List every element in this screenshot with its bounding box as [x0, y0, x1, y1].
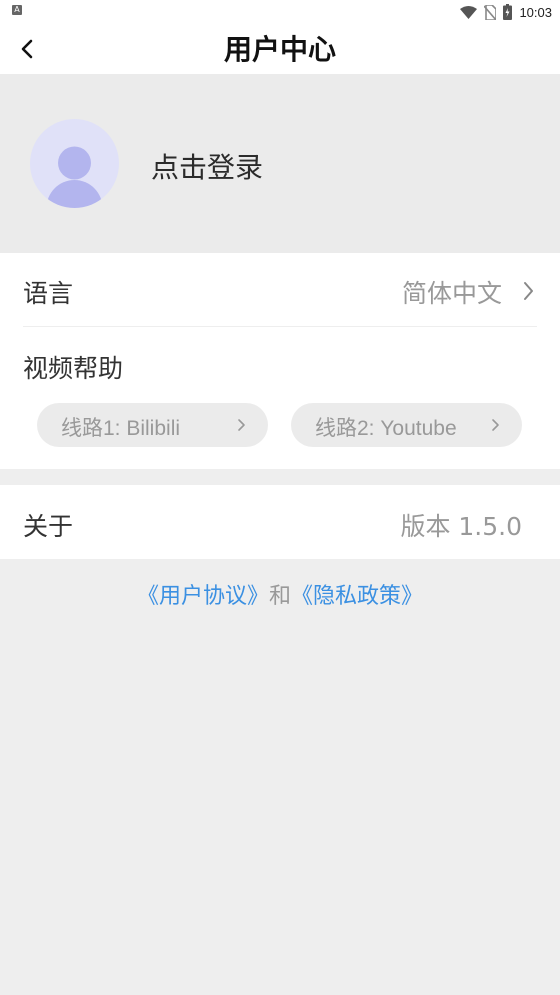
route-1-label: 线路1: Bilibili	[61, 417, 181, 440]
route-2-label: 线路2: Youtube	[315, 417, 457, 440]
chevron-right-icon	[524, 282, 533, 300]
language-row[interactable]: 语言 简体中文	[0, 253, 560, 327]
user-avatar-icon	[46, 146, 103, 208]
login-link[interactable]: 点击登录	[151, 146, 263, 186]
version-text: 版本 1.5.0	[400, 512, 522, 541]
battery-charging-icon	[503, 4, 513, 20]
page-title: 用户中心	[223, 33, 336, 66]
back-button[interactable]	[10, 32, 44, 66]
no-sim-icon	[484, 4, 497, 20]
agreement-text: 《用户协议》和《隐私政策》	[0, 578, 560, 610]
chevron-right-icon	[238, 419, 245, 431]
privacy-policy-link[interactable]: 《隐私政策》	[291, 584, 423, 609]
avatar[interactable]	[30, 119, 119, 208]
chevron-left-icon	[21, 39, 33, 59]
and-text: 和	[268, 584, 291, 609]
status-icons: 10:03	[460, 3, 552, 21]
user-agreement-link[interactable]: 《用户协议》	[137, 584, 269, 609]
notification-icon: A	[12, 5, 22, 15]
about-row[interactable]: 关于 版本 1.5.0	[0, 485, 560, 559]
route-1-button[interactable]: 线路1: Bilibili	[37, 403, 268, 447]
about-label: 关于	[23, 512, 74, 541]
wifi-icon	[460, 5, 478, 19]
settings-card: 语言 简体中文 视频帮助 线路1: Bilibili 线路2: Youtube	[0, 253, 560, 469]
divider	[23, 326, 537, 327]
language-value: 简体中文	[401, 279, 502, 308]
chevron-right-icon	[492, 419, 499, 431]
clock: 10:03	[519, 4, 552, 20]
video-help-label: 视频帮助	[23, 354, 124, 383]
language-label: 语言	[23, 279, 74, 308]
route-2-button[interactable]: 线路2: Youtube	[291, 403, 522, 447]
status-bar: A 10:03	[0, 0, 560, 24]
profile-section[interactable]: 点击登录	[0, 74, 560, 253]
app-header: 用户中心	[0, 24, 560, 74]
